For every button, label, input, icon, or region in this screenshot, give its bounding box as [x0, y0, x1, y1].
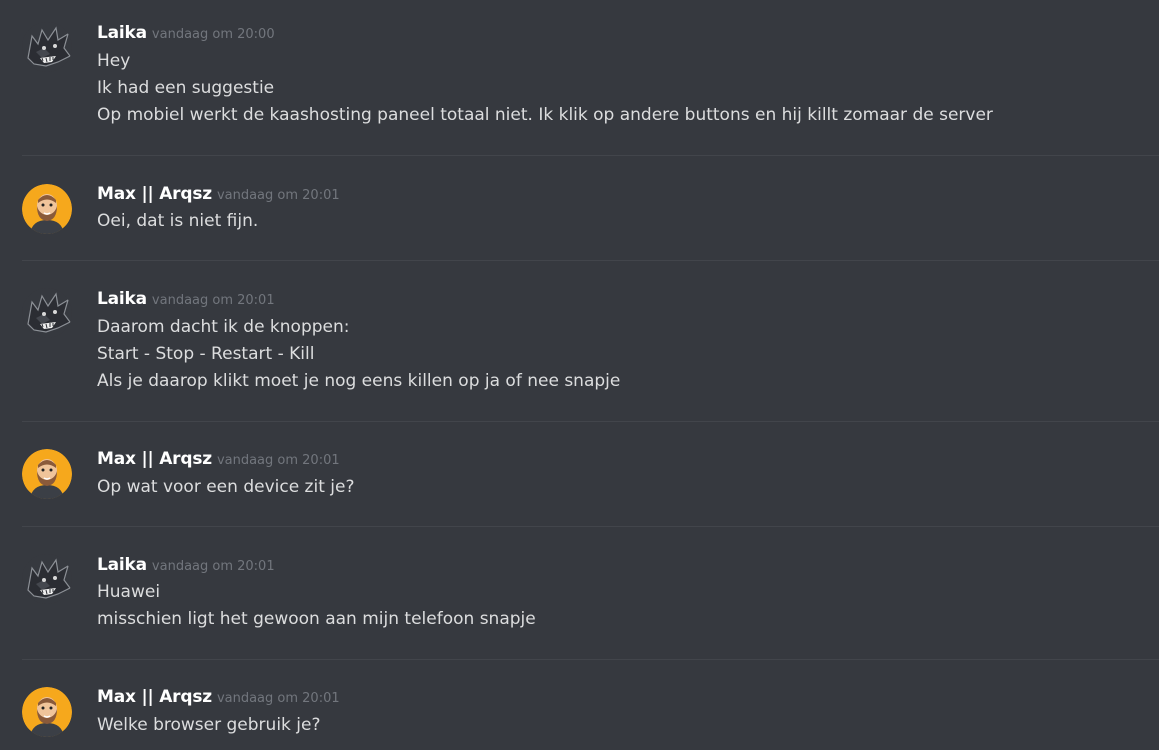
message-line: Hey — [97, 51, 131, 71]
message-divider — [22, 260, 1159, 261]
message-line: Ik had een suggestie — [97, 78, 275, 98]
bearded-man-avatar-icon[interactable] — [22, 184, 72, 234]
message-timestamp: vandaag om 20:01 — [216, 453, 340, 468]
message-line: Oei, dat is niet fijn. — [97, 211, 259, 231]
message-line: Daarom dacht ik de knoppen: — [97, 317, 350, 337]
bearded-man-avatar-icon[interactable] — [22, 687, 72, 737]
wolf-avatar-icon[interactable] — [22, 554, 72, 604]
wolf-avatar-icon[interactable] — [22, 288, 72, 338]
message-divider — [22, 526, 1159, 527]
message-line: Op wat voor een device zit je? — [97, 477, 355, 497]
message-divider — [22, 155, 1159, 156]
message-author[interactable]: Max || Arqsz — [97, 687, 212, 707]
message-timestamp: vandaag om 20:01 — [216, 691, 340, 706]
message-timestamp: vandaag om 20:01 — [216, 188, 340, 203]
message-line: Huawei — [97, 582, 161, 602]
message-line: Als je daarop klikt moet je nog eens kil… — [97, 371, 621, 391]
message-author[interactable]: Max || Arqsz — [97, 449, 212, 469]
message-line: Welke browser gebruik je? — [97, 715, 321, 735]
message-author[interactable]: Laika — [97, 23, 147, 43]
message-divider — [22, 421, 1159, 422]
message-line: Start - Stop - Restart - Kill — [97, 344, 315, 364]
message-line: misschien ligt het gewoon aan mijn telef… — [97, 609, 536, 629]
message-line: Op mobiel werkt de kaashosting paneel to… — [97, 105, 993, 125]
chat-messages: Laika vandaag om 20:00 Hey Ik had een sug… — [0, 0, 1159, 750]
message-divider — [22, 659, 1159, 660]
message-timestamp: vandaag om 20:01 — [151, 293, 275, 308]
bearded-man-avatar-icon[interactable] — [22, 449, 72, 499]
message-author[interactable]: Laika — [97, 555, 147, 575]
message-timestamp: vandaag om 20:01 — [151, 559, 275, 574]
message-timestamp: vandaag om 20:00 — [151, 27, 275, 42]
wolf-avatar-icon[interactable] — [22, 22, 72, 72]
message-author[interactable]: Laika — [97, 289, 147, 309]
message-author[interactable]: Max || Arqsz — [97, 184, 212, 204]
